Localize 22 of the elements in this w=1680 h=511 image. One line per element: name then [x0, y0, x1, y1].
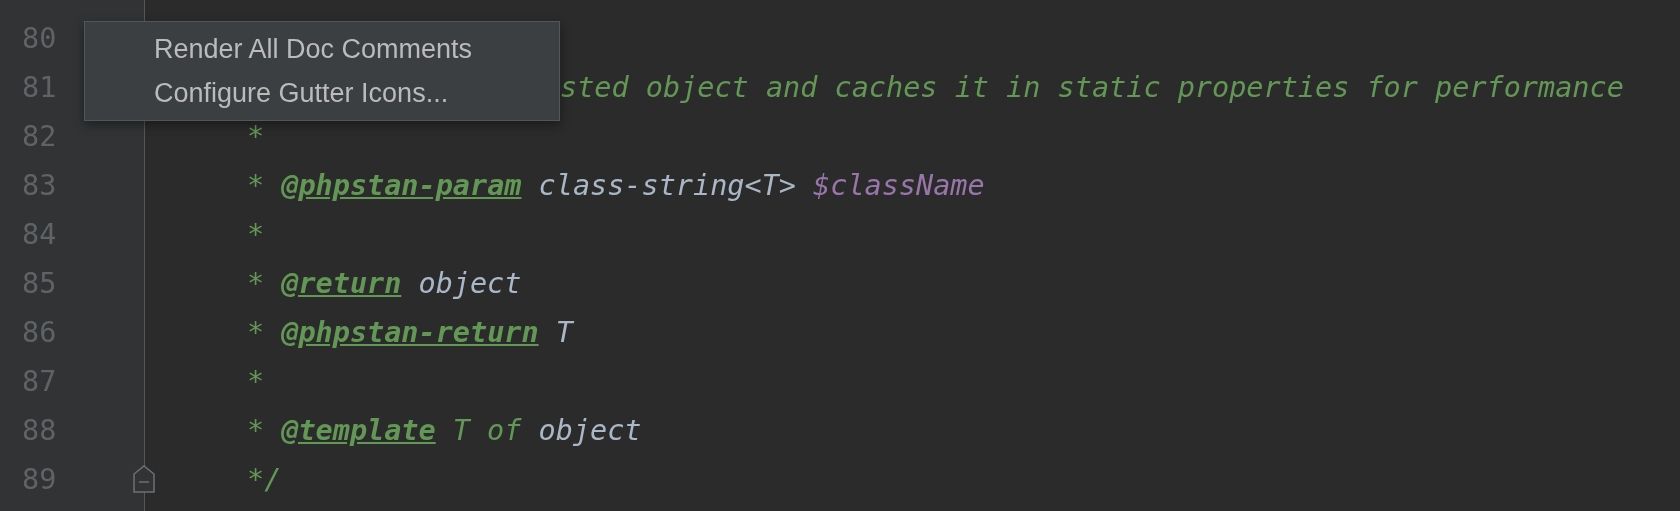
- doc-tag: @phpstan-return: [281, 316, 539, 349]
- doc-tag: @template: [281, 414, 436, 447]
- comment-text: *: [247, 365, 265, 398]
- menu-item[interactable]: Render All Doc Comments: [85, 27, 559, 71]
- type-name: class-string<T>: [538, 169, 796, 202]
- fold-icon[interactable]: [132, 465, 156, 493]
- comment-text: *: [247, 414, 265, 447]
- doc-tag: @phpstan-param: [281, 169, 522, 202]
- comment-text: *: [247, 120, 265, 153]
- type-name: object: [418, 267, 522, 300]
- type-name: object: [538, 414, 642, 447]
- comment-text: *: [247, 218, 265, 251]
- variable-name: $className: [813, 169, 985, 202]
- doc-tag: @return: [281, 267, 402, 300]
- comment-text: *: [247, 169, 265, 202]
- comment-text: *: [247, 267, 265, 300]
- comment-text: T of: [452, 414, 522, 447]
- comment-text: */: [247, 463, 282, 496]
- menu-item[interactable]: Configure Gutter Icons...: [85, 71, 559, 115]
- comment-text: sted object and caches it in static properties for performance: [560, 71, 1624, 104]
- comment-text: *: [247, 316, 265, 349]
- type-name: T: [555, 316, 573, 349]
